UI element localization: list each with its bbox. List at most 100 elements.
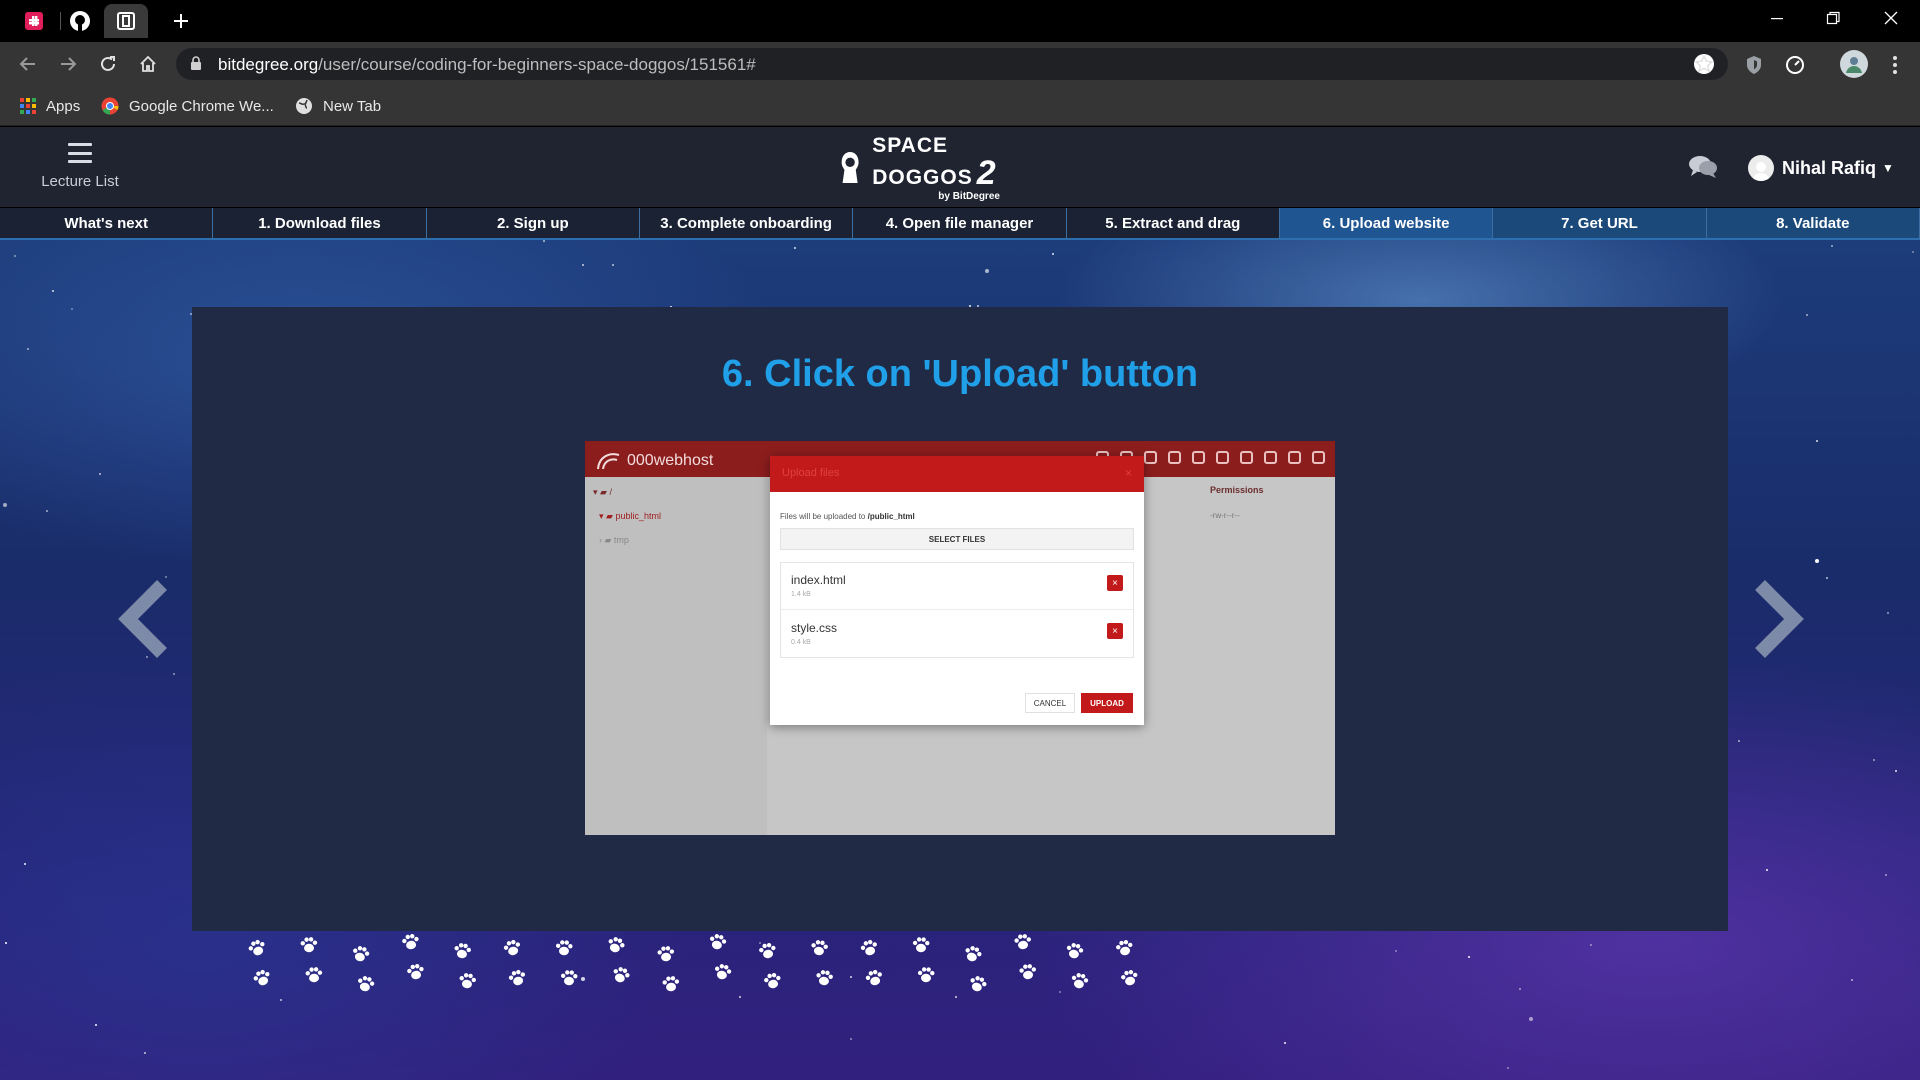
lecture-list-label: Lecture List [41, 173, 119, 190]
arrow-right-icon [61, 57, 77, 71]
home-button[interactable] [134, 50, 162, 78]
file-size: 0.4 kB [791, 639, 811, 646]
step-whats-next[interactable]: What's next [0, 208, 214, 240]
tab-slack[interactable] [12, 4, 56, 38]
star-dot [144, 1052, 146, 1054]
star-dot [543, 240, 545, 242]
list-item: index.html 1.4 kB × [781, 563, 1133, 610]
star-dot [1887, 612, 1889, 614]
step-sign-up[interactable]: 2. Sign up [426, 208, 640, 240]
extension-speed-button[interactable] [1782, 52, 1808, 78]
bitdegree-icon [117, 12, 135, 30]
paw-print-icon [606, 962, 633, 992]
star-dot [794, 247, 796, 249]
star-dot [27, 348, 29, 350]
upload-files-dialog: Upload files × Files will be uploaded to… [770, 456, 1144, 725]
star-dot [1766, 869, 1768, 871]
star-dot [1284, 1042, 1286, 1044]
bookmark-chrome-web-store[interactable]: Google Chrome We... [101, 94, 274, 118]
reload-icon [101, 56, 115, 71]
star-dot [582, 264, 584, 266]
remove-file-icon: × [1107, 575, 1123, 591]
restore-button[interactable] [1810, 0, 1856, 36]
forward-button[interactable] [54, 50, 82, 78]
paw-print-icon [303, 964, 324, 990]
permissions-header: Permissions [1210, 485, 1264, 495]
star-dot [1851, 979, 1853, 981]
paw-print-icon [249, 965, 276, 995]
webhost-logo-icon [597, 453, 620, 470]
paw-print-icon [756, 939, 780, 967]
next-slide-button[interactable] [1748, 574, 1808, 664]
lecture-list-button[interactable]: Lecture List [38, 143, 122, 190]
profile-avatar-button[interactable] [1840, 50, 1868, 78]
logo-main-text: SPACE DOGGOS [872, 133, 973, 189]
step-extract-and-drag[interactable]: 5. Extract and drag [1066, 208, 1280, 240]
upload-destination-path: /public_html [867, 512, 915, 521]
paw-print-icon [709, 960, 734, 989]
bookmark-new-tab[interactable]: New Tab [295, 94, 381, 118]
step-validate[interactable]: 8. Validate [1706, 208, 1920, 240]
user-avatar [1748, 155, 1774, 181]
bookmark-apps[interactable]: Apps [20, 94, 80, 118]
star-dot [1468, 956, 1470, 958]
paw-print-icon [399, 931, 423, 959]
paw-print-icon [559, 968, 580, 994]
back-button[interactable] [14, 50, 42, 78]
new-tab-button[interactable] [166, 8, 196, 34]
step-download-files[interactable]: 1. Download files [213, 208, 427, 240]
previous-slide-button[interactable] [114, 574, 174, 664]
star-dot [1806, 314, 1808, 316]
paw-print-icon [1113, 936, 1137, 964]
user-menu[interactable]: Nihal Rafiq ▼ [1748, 155, 1894, 181]
star-dot [985, 269, 989, 273]
address-bar[interactable]: bitdegree.org/user/course/coding-for-beg… [176, 48, 1728, 80]
user-silhouette-icon [1752, 162, 1770, 181]
select-files-button: SELECT FILES [780, 528, 1134, 550]
minimize-button[interactable] [1754, 0, 1800, 36]
space-doggos-logo[interactable]: SPACE DOGGOS 2 by BitDegree [836, 135, 1066, 201]
star-dot [3, 503, 7, 507]
bookmark-star-icon[interactable] [1694, 54, 1714, 74]
tab-github[interactable] [58, 4, 102, 38]
file-name: index.html [791, 573, 846, 587]
paw-print-icon [352, 972, 377, 1001]
paw-print-icon [655, 943, 677, 969]
browser-tab-strip [0, 0, 1920, 42]
reload-button[interactable] [94, 50, 122, 78]
url-path: /user/course/coding-for-beginners-space-… [318, 55, 756, 74]
step-get-url[interactable]: 7. Get URL [1493, 208, 1707, 240]
chat-button[interactable] [1688, 155, 1718, 184]
step-open-file-manager[interactable]: 4. Open file manager [853, 208, 1067, 240]
chrome-icon [101, 97, 119, 115]
globe-icon [295, 97, 313, 115]
star-dot [52, 290, 54, 292]
step-complete-onboarding[interactable]: 3. Complete onboarding [639, 208, 854, 240]
github-icon [70, 11, 90, 31]
step-upload-website[interactable]: 6. Upload website [1279, 208, 1494, 240]
tab-bitdegree[interactable] [104, 4, 148, 38]
hamburger-icon [68, 143, 92, 163]
star-dot [1912, 251, 1914, 253]
star-dot [1873, 759, 1875, 761]
chat-bubbles-icon [1689, 156, 1717, 178]
paw-print-icon [450, 940, 473, 968]
list-item: style.css 0.4 kB × [781, 611, 1133, 658]
paw-print-icon [505, 966, 531, 995]
close-window-button[interactable] [1868, 0, 1914, 36]
tree-tmp: › ▰ tmp [599, 535, 629, 545]
star-dot [5, 942, 7, 944]
remove-file-icon: × [1107, 623, 1123, 639]
browser-menu-button[interactable] [1882, 52, 1908, 78]
star-dot [1831, 245, 1833, 247]
logo-wordmark: SPACE DOGGOS 2 by BitDegree [872, 135, 1066, 202]
bookmark-label: Apps [46, 97, 81, 115]
star-dot [95, 1024, 97, 1026]
tree-public-html: ▾ ▰ public_html [599, 511, 661, 521]
paw-print-icon [911, 935, 931, 960]
paw-print-icon [455, 970, 478, 998]
upload-file-list: index.html 1.4 kB × style.css 0.4 kB × [780, 562, 1134, 658]
paw-print-icon [813, 967, 836, 994]
paw-print-icon [862, 966, 888, 996]
extension-shield-button[interactable] [1741, 52, 1767, 78]
